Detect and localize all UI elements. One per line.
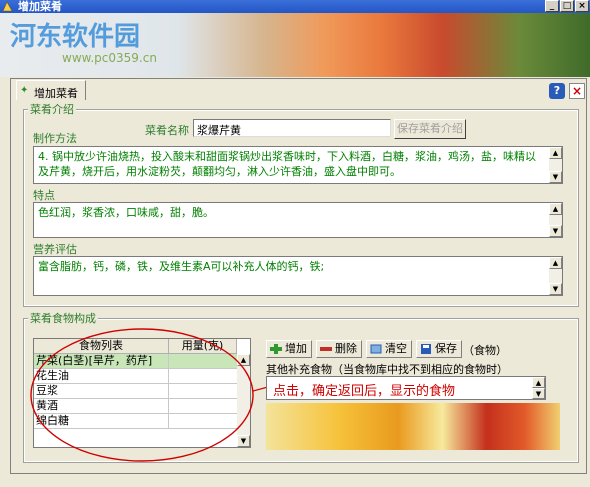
clear-icon <box>370 344 382 354</box>
save-dish-intro-button[interactable]: 保存菜肴介绍 <box>394 119 466 139</box>
watermark-url: www.pc0359.cn <box>62 51 157 65</box>
floppy-disk-icon <box>421 344 431 354</box>
nutrition-textarea[interactable]: 富含脂肪，钙，磷，铁，及维生素A可以补充人体的钙，铁; ▲ ▼ <box>33 256 563 296</box>
other-food-field[interactable]: 点击，确定返回后，显示的食物 ▲ ▼ <box>266 376 546 400</box>
clear-label: 清空 <box>385 342 407 355</box>
header-banner-image: 河东软件园 www.pc0359.cn <box>0 13 590 77</box>
scroll-down-icon[interactable]: ▼ <box>532 388 545 399</box>
scroll-up-icon[interactable]: ▲ <box>549 203 562 215</box>
title-bar: 增加菜肴 _ □ × <box>0 0 590 13</box>
features-scrollbar[interactable]: ▲ ▼ <box>549 203 562 237</box>
tab-add-dish[interactable]: ✦ 增加菜肴 <box>16 80 86 100</box>
scroll-up-icon[interactable]: ▲ <box>549 147 562 159</box>
save-food-button[interactable]: 保存 <box>416 340 462 358</box>
close-form-button[interactable]: × <box>569 83 585 99</box>
save-label: 保存 <box>435 342 457 355</box>
plus-icon <box>270 344 282 354</box>
dish-intro-legend: 菜肴介绍 <box>28 103 76 116</box>
method-scrollbar[interactable]: ▲ ▼ <box>549 147 562 183</box>
features-text: 色红润，浆香浓，口味咸，甜，脆。 <box>38 206 214 219</box>
clear-food-button[interactable]: 清空 <box>366 340 412 358</box>
window-title: 增加菜肴 <box>18 0 62 13</box>
scroll-up-icon[interactable]: ▲ <box>532 377 545 388</box>
annotation-text: 点击，确定返回后，显示的食物 <box>273 384 456 399</box>
dish-name-field[interactable]: 浆爆芹黄 <box>193 119 391 137</box>
other-food-label: 其他补充食物（当食物库中找不到相应的食物时） <box>266 363 508 376</box>
method-label: 制作方法 <box>33 132 77 145</box>
annotation-ellipse <box>30 328 268 462</box>
food-photo <box>266 403 560 450</box>
delete-food-button[interactable]: 删除 <box>316 340 362 358</box>
leaf-icon: ✦ <box>20 85 29 96</box>
other-food-scrollbar[interactable]: ▲ ▼ <box>532 377 545 399</box>
scroll-down-icon[interactable]: ▼ <box>549 283 562 295</box>
nutrition-label: 营养评估 <box>33 243 77 256</box>
minus-icon <box>320 347 332 351</box>
minimize-button[interactable]: _ <box>545 0 559 12</box>
maximize-button[interactable]: □ <box>560 0 574 12</box>
scroll-down-icon[interactable]: ▼ <box>549 171 562 183</box>
method-text: 4. 锅中放少许油烧热，投入酸末和甜面浆锅炒出浆香味时，下入料酒，白糖，浆油，鸡… <box>38 150 536 178</box>
features-textarea[interactable]: 色红润，浆香浓，口味咸，甜，脆。 ▲ ▼ <box>33 202 563 238</box>
delete-label: 删除 <box>335 342 357 355</box>
nutrition-text: 富含脂肪，钙，磷，铁，及维生素A可以补充人体的钙，铁; <box>38 260 325 273</box>
add-food-button[interactable]: 增加 <box>266 340 312 358</box>
dish-name-label: 菜肴名称 <box>145 124 189 137</box>
tab-label: 增加菜肴 <box>34 87 78 100</box>
nutrition-scrollbar[interactable]: ▲ ▼ <box>549 257 562 295</box>
save-suffix-label: （食物） <box>463 344 507 357</box>
watermark-brand: 河东软件园 <box>10 22 141 52</box>
scroll-up-icon[interactable]: ▲ <box>549 257 562 269</box>
method-textarea[interactable]: 4. 锅中放少许油烧热，投入酸末和甜面浆锅炒出浆香味时，下入料酒，白糖，浆油，鸡… <box>33 146 563 184</box>
app-icon <box>2 1 13 12</box>
scroll-down-icon[interactable]: ▼ <box>549 225 562 237</box>
window-close-button[interactable]: × <box>575 0 589 12</box>
help-button[interactable]: ? <box>549 83 565 99</box>
add-label: 增加 <box>285 342 307 355</box>
features-label: 特点 <box>33 189 55 202</box>
